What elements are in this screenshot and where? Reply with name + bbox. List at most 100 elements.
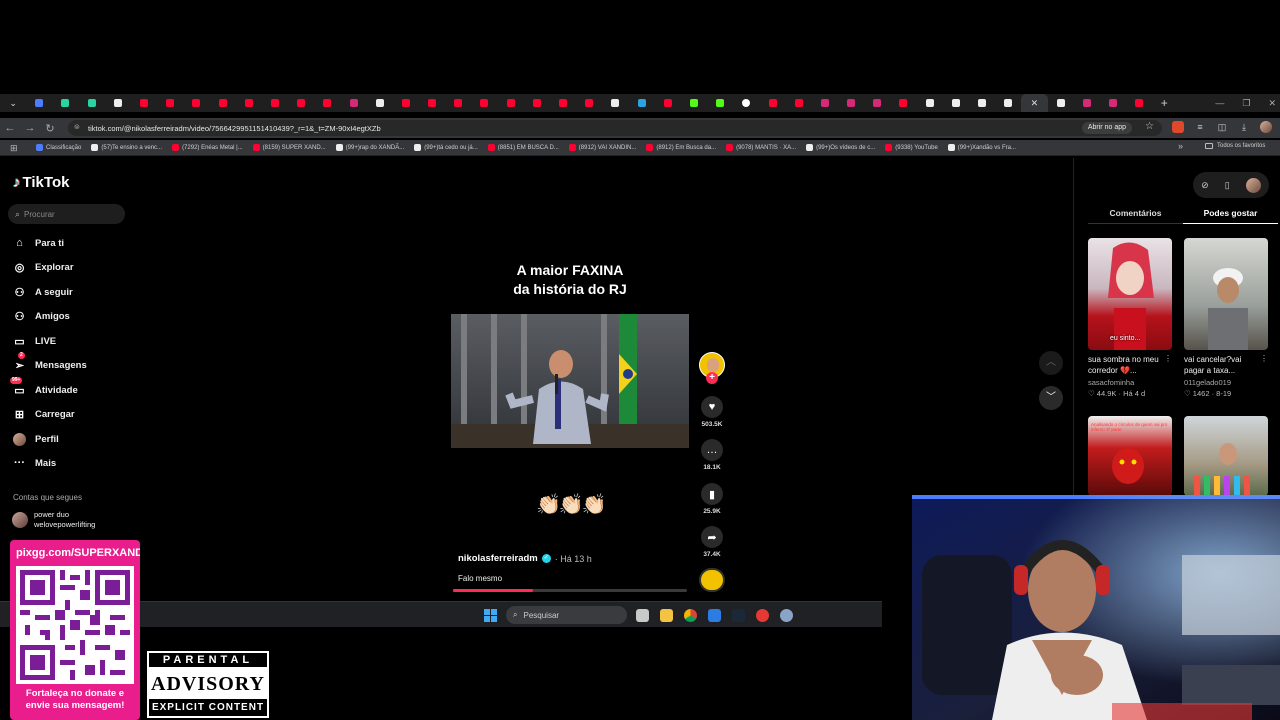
recommended-video-card[interactable]: Analisando o círculos de quem vai pro in… [1088, 416, 1172, 496]
sidebar-item-explorar[interactable]: ◎ Explorar [12, 258, 74, 276]
search-box[interactable]: ⌕ [8, 204, 125, 224]
sidebar-item-atividade[interactable]: ▭ 99+ Atividade [10, 377, 78, 399]
video-progress-bar[interactable] [453, 589, 687, 592]
reload-icon[interactable]: ↻ [40, 122, 60, 135]
task-view-icon[interactable] [636, 609, 649, 622]
video-player[interactable] [451, 314, 689, 448]
bookmark-item[interactable]: (8159) SUPER XAND... [252, 144, 326, 151]
recommended-video-card[interactable]: vai cancelar?vai pagar a taxa... 011gela… [1184, 238, 1268, 398]
downloads-icon[interactable]: ⤓ [1238, 121, 1250, 133]
avatar[interactable] [1245, 177, 1261, 193]
comment-action[interactable]: … 18.1K [699, 439, 725, 471]
bookmark-star-icon[interactable]: ☆ [1145, 121, 1154, 132]
browser-tab[interactable] [314, 94, 340, 112]
browser-tab[interactable] [759, 94, 785, 112]
browser-tab[interactable] [262, 94, 288, 112]
browser-tab[interactable] [969, 94, 995, 112]
tab-podes-gostar[interactable]: Podes gostar [1183, 208, 1278, 224]
browser-tab[interactable] [183, 94, 209, 112]
browser-tab[interactable] [79, 94, 105, 112]
more-options-icon[interactable]: ⋮ [1260, 354, 1268, 363]
steam-icon[interactable] [732, 609, 745, 622]
browser-tab[interactable] [1126, 94, 1152, 112]
browser-tab[interactable] [864, 94, 890, 112]
browser-tab[interactable] [1074, 94, 1100, 112]
browser-tab[interactable] [498, 94, 524, 112]
browser-tab[interactable] [210, 94, 236, 112]
browser-tab[interactable] [629, 94, 655, 112]
sidebar-item-amigos[interactable]: ⚇ Amigos [12, 307, 70, 325]
sidebar-item-mensagens[interactable]: ➢ 2 Mensagens [12, 352, 87, 374]
follow-plus-button[interactable]: + [706, 372, 718, 384]
browser-tab[interactable] [838, 94, 864, 112]
url-text[interactable]: tiktok.com/@nikolasferreiradm/video/7566… [88, 124, 381, 133]
browser-tab[interactable] [1048, 94, 1074, 112]
browser-tab[interactable] [52, 94, 78, 112]
app-icon[interactable] [756, 609, 769, 622]
browser-tab[interactable] [26, 94, 52, 112]
app-icon[interactable] [708, 609, 721, 622]
browser-tab[interactable] [367, 94, 393, 112]
sidebar-item-para-ti[interactable]: ⌂ Para ti [12, 234, 64, 252]
sidebar-item-live[interactable]: ▭ LIVE [12, 332, 56, 350]
browser-tab[interactable] [786, 94, 812, 112]
extension-icon[interactable] [1172, 121, 1184, 133]
chrome-icon[interactable] [684, 609, 697, 622]
browser-tab[interactable] [393, 94, 419, 112]
browser-tab[interactable] [157, 94, 183, 112]
browser-tab[interactable] [812, 94, 838, 112]
browser-tab[interactable] [550, 94, 576, 112]
bookmarks-overflow-icon[interactable]: » [1178, 141, 1183, 151]
file-explorer-icon[interactable] [660, 609, 673, 622]
heart-icon[interactable]: ♥ [701, 396, 723, 418]
phone-icon[interactable]: ▯ [1225, 180, 1230, 191]
browser-tab[interactable] [419, 94, 445, 112]
all-bookmarks-folder[interactable]: Todos os favoritos [1205, 143, 1265, 149]
new-tab-button[interactable]: + [1156, 96, 1172, 110]
omnibox[interactable]: ⊜ tiktok.com/@nikolasferreiradm/video/75… [68, 120, 1162, 136]
browser-tab[interactable] [340, 94, 366, 112]
save-action[interactable]: ▮ 25.9K [699, 483, 725, 515]
video-author-name[interactable]: nikolasferreiradm [458, 553, 538, 564]
browser-tab[interactable] [105, 94, 131, 112]
browser-tab[interactable] [445, 94, 471, 112]
window-close-icon[interactable]: ✕ [1268, 94, 1276, 112]
browser-tab[interactable] [917, 94, 943, 112]
recommended-video-card[interactable] [1184, 416, 1268, 496]
sidebar-item-carregar[interactable]: ⊞ Carregar [12, 405, 75, 423]
bookmark-item[interactable]: (99+)rap do XANDÃ... [335, 144, 404, 151]
previous-video-button[interactable]: ︿ [1039, 351, 1063, 375]
bookmark-item[interactable]: (8851) EM BUSCA D... [487, 144, 559, 151]
browser-tab[interactable] [733, 94, 759, 112]
more-options-icon[interactable]: ⋮ [1164, 354, 1172, 363]
back-icon[interactable]: ← [0, 122, 20, 134]
bookmark-item[interactable]: (8912) VAI XANDIN... [568, 144, 636, 151]
bookmark-item[interactable]: (8912) Em Busca da... [646, 144, 716, 151]
browser-tab[interactable] [890, 94, 916, 112]
profile-avatar[interactable] [1260, 121, 1272, 133]
browser-tab[interactable] [288, 94, 314, 112]
browser-tab[interactable] [707, 94, 733, 112]
tab-comentarios[interactable]: Comentários [1088, 208, 1183, 224]
tiktok-logo[interactable]: ♪ TikTok [13, 174, 69, 191]
following-account[interactable]: power duo welovepowerlifting [12, 510, 95, 529]
browser-tab[interactable] [236, 94, 262, 112]
bookmark-item[interactable]: (99+)tá cedo ou já... [414, 144, 478, 151]
bookmark-item[interactable]: (9078) MANTIS · XA... [726, 144, 796, 151]
minimize-icon[interactable]: — [1215, 94, 1224, 112]
bookmark-item[interactable]: (57)Te ensino a venc... [91, 144, 162, 151]
apps-grid-icon[interactable]: ⊞ [10, 143, 18, 154]
compass-icon[interactable]: ⊘ [1201, 180, 1209, 191]
bookmark-icon[interactable]: ▮ [701, 483, 723, 505]
windows-start-icon[interactable] [484, 609, 497, 622]
browser-tab-active[interactable]: ✕ [1021, 94, 1048, 112]
share-arrow-icon[interactable]: ➦ [701, 526, 723, 548]
taskbar-search[interactable]: ⌕ Pesquisar [506, 606, 627, 624]
share-action[interactable]: ➦ 37.4K [699, 526, 725, 558]
bookmark-item[interactable]: (7292) Enéas Metal |... [172, 144, 243, 151]
browser-tab[interactable] [1100, 94, 1126, 112]
open-in-app-button[interactable]: Abrir no app [1081, 122, 1132, 134]
bookmark-item[interactable]: (99+)Xandão vs Fra... [947, 144, 1016, 151]
browser-tab[interactable] [131, 94, 157, 112]
sidebar-item-mais[interactable]: ··· Mais [12, 454, 56, 472]
